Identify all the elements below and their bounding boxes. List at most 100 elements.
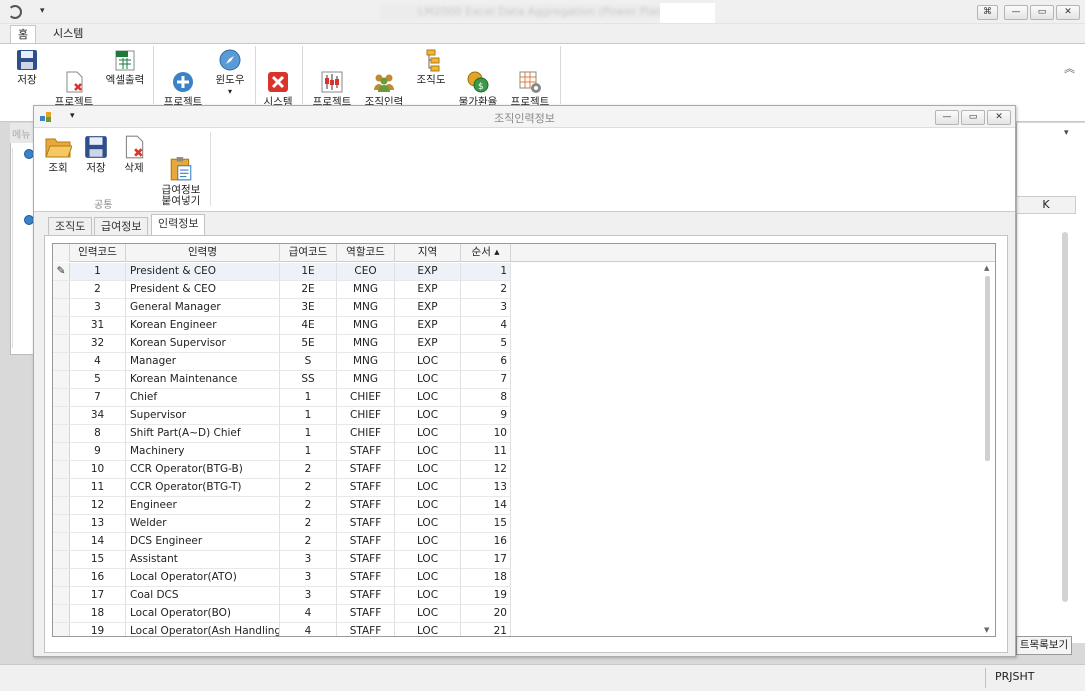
cell-role-code[interactable]: MNG	[337, 317, 395, 335]
lookup-button[interactable]: 조회	[42, 134, 74, 174]
close-button[interactable]: ✕	[1056, 5, 1080, 20]
cell-pay-code[interactable]: 4E	[280, 317, 337, 335]
cell-role-code[interactable]: MNG	[337, 281, 395, 299]
row-indicator[interactable]	[53, 425, 70, 443]
cell-pay-code[interactable]: 1	[280, 425, 337, 443]
cell-pay-code[interactable]: 4	[280, 623, 337, 636]
column-header-staff-name[interactable]: 인력명	[126, 244, 280, 262]
cell-pay-code[interactable]: 2	[280, 533, 337, 551]
table-row[interactable]: 8 Shift Part(A~D) Chief 1 CHIEF LOC 10	[53, 425, 978, 443]
cell-role-code[interactable]: MNG	[337, 353, 395, 371]
row-indicator[interactable]	[53, 497, 70, 515]
cell-region[interactable]: LOC	[395, 389, 461, 407]
table-row[interactable]: 15 Assistant 3 STAFF LOC 17	[53, 551, 978, 569]
child-close-button[interactable]: ✕	[987, 110, 1011, 125]
column-header-staff-code[interactable]: 인력코드	[70, 244, 126, 262]
cell-staff-name[interactable]: General Manager	[126, 299, 280, 317]
row-indicator[interactable]	[53, 335, 70, 353]
row-indicator[interactable]	[53, 317, 70, 335]
cell-pay-code[interactable]: 1	[280, 443, 337, 461]
cell-staff-name[interactable]: Machinery	[126, 443, 280, 461]
cell-staff-code[interactable]: 3	[70, 299, 126, 317]
cell-staff-code[interactable]: 19	[70, 623, 126, 636]
cell-staff-name[interactable]: President & CEO	[126, 263, 280, 281]
cell-staff-name[interactable]: Korean Maintenance	[126, 371, 280, 389]
table-row[interactable]: 3 General Manager 3E MNG EXP 3	[53, 299, 978, 317]
cell-order[interactable]: 18	[461, 569, 511, 587]
project-list-scrollbar[interactable]	[1058, 214, 1073, 620]
column-header-order[interactable]: 순서 ▴	[461, 244, 511, 262]
cell-staff-name[interactable]: Local Operator(Ash Handling)	[126, 623, 280, 636]
cell-role-code[interactable]: STAFF	[337, 569, 395, 587]
cell-role-code[interactable]: STAFF	[337, 605, 395, 623]
cell-staff-name[interactable]: Local Operator(ATO)	[126, 569, 280, 587]
cell-order[interactable]: 19	[461, 587, 511, 605]
cell-order[interactable]: 14	[461, 497, 511, 515]
child-maximize-button[interactable]: ▭	[961, 110, 985, 125]
row-indicator[interactable]	[53, 605, 70, 623]
table-row[interactable]: 7 Chief 1 CHIEF LOC 8	[53, 389, 978, 407]
table-row[interactable]: 11 CCR Operator(BTG-T) 2 STAFF LOC 13	[53, 479, 978, 497]
cell-region[interactable]: EXP	[395, 317, 461, 335]
cell-staff-name[interactable]: Local Operator(BO)	[126, 605, 280, 623]
cell-staff-code[interactable]: 16	[70, 569, 126, 587]
cell-region[interactable]: LOC	[395, 353, 461, 371]
cell-staff-code[interactable]: 32	[70, 335, 126, 353]
panel-dropdown-icon[interactable]: ▾	[1064, 128, 1069, 138]
scroll-up-icon[interactable]: ▲	[984, 264, 989, 272]
cell-staff-code[interactable]: 4	[70, 353, 126, 371]
cell-role-code[interactable]: STAFF	[337, 551, 395, 569]
table-row[interactable]: 12 Engineer 2 STAFF LOC 14	[53, 497, 978, 515]
column-header-pay-code[interactable]: 급여코드	[280, 244, 337, 262]
cell-pay-code[interactable]: 3	[280, 587, 337, 605]
cell-pay-code[interactable]: 2	[280, 497, 337, 515]
column-header-region[interactable]: 지역	[395, 244, 461, 262]
cell-staff-code[interactable]: 9	[70, 443, 126, 461]
table-row[interactable]: ✎ 1 President & CEO 1E CEO EXP 1	[53, 263, 978, 281]
row-indicator[interactable]	[53, 569, 70, 587]
row-indicator[interactable]	[53, 443, 70, 461]
grid-scroll-thumb[interactable]	[985, 276, 990, 461]
cell-staff-code[interactable]: 12	[70, 497, 126, 515]
excel-export-button[interactable]: 엑셀출력	[103, 48, 147, 86]
cell-role-code[interactable]: STAFF	[337, 497, 395, 515]
cell-region[interactable]: LOC	[395, 425, 461, 443]
cell-staff-name[interactable]: Chief	[126, 389, 280, 407]
table-row[interactable]: 14 DCS Engineer 2 STAFF LOC 16	[53, 533, 978, 551]
cell-role-code[interactable]: MNG	[337, 299, 395, 317]
cell-staff-name[interactable]: CCR Operator(BTG-T)	[126, 479, 280, 497]
row-indicator[interactable]	[53, 407, 70, 425]
cell-order[interactable]: 1	[461, 263, 511, 281]
row-indicator[interactable]	[53, 371, 70, 389]
cell-order[interactable]: 8	[461, 389, 511, 407]
table-row[interactable]: 19 Local Operator(Ash Handling) 4 STAFF LOC 2…	[53, 623, 978, 636]
cell-role-code[interactable]: CHIEF	[337, 389, 395, 407]
cell-order[interactable]: 4	[461, 317, 511, 335]
cell-role-code[interactable]: STAFF	[337, 515, 395, 533]
cell-pay-code[interactable]: 2	[280, 515, 337, 533]
cell-pay-code[interactable]: S	[280, 353, 337, 371]
cell-pay-code[interactable]: 1	[280, 389, 337, 407]
row-indicator[interactable]	[53, 389, 70, 407]
child-delete-button[interactable]: 삭제	[118, 134, 150, 174]
cell-region[interactable]: EXP	[395, 299, 461, 317]
org-chart-button[interactable]: 조직도	[413, 48, 449, 86]
table-row[interactable]: 13 Welder 2 STAFF LOC 15	[53, 515, 978, 533]
cell-role-code[interactable]: CHIEF	[337, 407, 395, 425]
cell-staff-code[interactable]: 13	[70, 515, 126, 533]
cell-region[interactable]: LOC	[395, 515, 461, 533]
cell-pay-code[interactable]: 2	[280, 479, 337, 497]
cell-region[interactable]: LOC	[395, 623, 461, 636]
table-row[interactable]: 5 Korean Maintenance SS MNG LOC 7	[53, 371, 978, 389]
cell-order[interactable]: 5	[461, 335, 511, 353]
cell-order[interactable]: 12	[461, 461, 511, 479]
cell-staff-code[interactable]: 17	[70, 587, 126, 605]
cell-pay-code[interactable]: 2	[280, 461, 337, 479]
restore-layout-button[interactable]: ⌘	[977, 5, 998, 20]
cell-order[interactable]: 15	[461, 515, 511, 533]
row-indicator[interactable]	[53, 515, 70, 533]
cell-region[interactable]: EXP	[395, 335, 461, 353]
cell-order[interactable]: 13	[461, 479, 511, 497]
quick-access-dropdown-icon[interactable]: ▾	[40, 6, 45, 16]
table-row[interactable]: 9 Machinery 1 STAFF LOC 11	[53, 443, 978, 461]
